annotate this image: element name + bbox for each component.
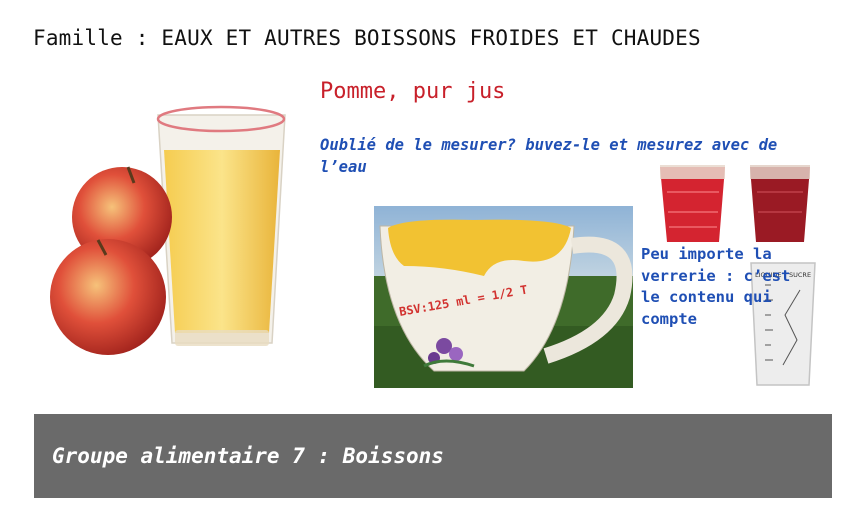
measure-label-sucre: SUCRE	[789, 271, 811, 279]
red-glasses-illustration	[660, 165, 810, 242]
red-glass-right	[750, 165, 810, 242]
food-group-banner: Groupe alimentaire 7 : Boissons	[34, 414, 832, 498]
measuring-cup-photo: BSV:125 ml = 1/2 T	[374, 206, 633, 388]
apple-juice-illustration	[50, 105, 286, 355]
glassware-note: Peu importe la verrerie : c’est le conte…	[641, 245, 791, 328]
red-glass-left	[660, 165, 725, 242]
apple-front	[50, 239, 166, 355]
juice-glass	[156, 105, 286, 346]
family-title: Famille : EAUX ET AUTRES BOISSONS FROIDE…	[33, 26, 701, 50]
food-group-label: Groupe alimentaire 7 : Boissons	[52, 444, 444, 468]
product-title: Pomme, pur jus	[320, 79, 506, 104]
